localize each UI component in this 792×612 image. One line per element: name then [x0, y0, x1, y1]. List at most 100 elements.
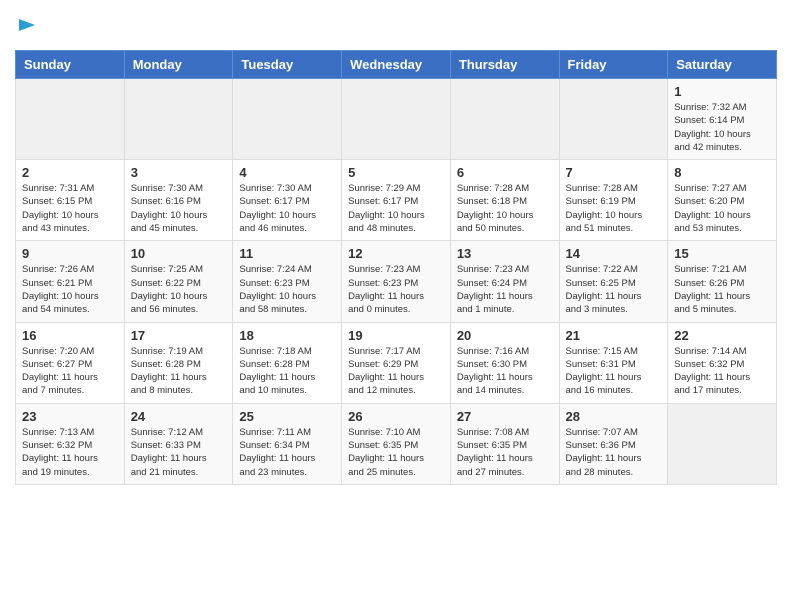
calendar-table: SundayMondayTuesdayWednesdayThursdayFrid… [15, 50, 777, 485]
calendar-cell: 10 Sunrise: 7:25 AMSunset: 6:22 PMDayligh… [124, 241, 233, 322]
calendar-cell: 4 Sunrise: 7:30 AMSunset: 6:17 PMDaylight… [233, 160, 342, 241]
calendar-week-2: 2 Sunrise: 7:31 AMSunset: 6:15 PMDaylight… [16, 160, 777, 241]
day-number: 15 [674, 246, 770, 261]
day-info: Sunrise: 7:23 AMSunset: 6:24 PMDaylight:… [457, 263, 553, 316]
day-number: 1 [674, 84, 770, 99]
calendar-cell: 24 Sunrise: 7:12 AMSunset: 6:33 PMDayligh… [124, 403, 233, 484]
day-number: 11 [239, 246, 335, 261]
day-number: 2 [22, 165, 118, 180]
day-number: 5 [348, 165, 444, 180]
calendar-cell: 23 Sunrise: 7:13 AMSunset: 6:32 PMDayligh… [16, 403, 125, 484]
calendar-cell: 20 Sunrise: 7:16 AMSunset: 6:30 PMDayligh… [450, 322, 559, 403]
calendar-cell: 8 Sunrise: 7:27 AMSunset: 6:20 PMDaylight… [668, 160, 777, 241]
day-info: Sunrise: 7:23 AMSunset: 6:23 PMDaylight:… [348, 263, 444, 316]
day-number: 20 [457, 328, 553, 343]
calendar-cell [559, 79, 668, 160]
day-info: Sunrise: 7:15 AMSunset: 6:31 PMDaylight:… [566, 345, 662, 398]
day-number: 7 [566, 165, 662, 180]
logo-arrow-icon [17, 15, 37, 35]
calendar-cell: 3 Sunrise: 7:30 AMSunset: 6:16 PMDaylight… [124, 160, 233, 241]
calendar-cell: 28 Sunrise: 7:07 AMSunset: 6:36 PMDayligh… [559, 403, 668, 484]
day-info: Sunrise: 7:11 AMSunset: 6:34 PMDaylight:… [239, 426, 335, 479]
day-info: Sunrise: 7:31 AMSunset: 6:15 PMDaylight:… [22, 182, 118, 235]
day-info: Sunrise: 7:07 AMSunset: 6:36 PMDaylight:… [566, 426, 662, 479]
day-number: 10 [131, 246, 227, 261]
day-number: 8 [674, 165, 770, 180]
day-number: 17 [131, 328, 227, 343]
day-number: 28 [566, 409, 662, 424]
day-number: 3 [131, 165, 227, 180]
day-info: Sunrise: 7:25 AMSunset: 6:22 PMDaylight:… [131, 263, 227, 316]
calendar-cell: 21Sunrise: 7:15 AMSunset: 6:31 PMDayligh… [559, 322, 668, 403]
day-number: 9 [22, 246, 118, 261]
weekday-header-row: SundayMondayTuesdayWednesdayThursdayFrid… [16, 51, 777, 79]
day-info: Sunrise: 7:20 AMSunset: 6:27 PMDaylight:… [22, 345, 118, 398]
day-info: Sunrise: 7:28 AMSunset: 6:18 PMDaylight:… [457, 182, 553, 235]
day-number: 6 [457, 165, 553, 180]
calendar-cell: 16 Sunrise: 7:20 AMSunset: 6:27 PMDayligh… [16, 322, 125, 403]
day-info: Sunrise: 7:14 AMSunset: 6:32 PMDaylight:… [674, 345, 770, 398]
weekday-saturday: Saturday [668, 51, 777, 79]
day-number: 25 [239, 409, 335, 424]
calendar-cell: 22 Sunrise: 7:14 AMSunset: 6:32 PMDayligh… [668, 322, 777, 403]
day-info: Sunrise: 7:27 AMSunset: 6:20 PMDaylight:… [674, 182, 770, 235]
weekday-sunday: Sunday [16, 51, 125, 79]
calendar-week-4: 16 Sunrise: 7:20 AMSunset: 6:27 PMDayligh… [16, 322, 777, 403]
calendar-cell [16, 79, 125, 160]
calendar-cell: 2 Sunrise: 7:31 AMSunset: 6:15 PMDaylight… [16, 160, 125, 241]
day-info: Sunrise: 7:28 AMSunset: 6:19 PMDaylight:… [566, 182, 662, 235]
day-number: 26 [348, 409, 444, 424]
day-info: Sunrise: 7:18 AMSunset: 6:28 PMDaylight:… [239, 345, 335, 398]
calendar-body: 1Sunrise: 7:32 AMSunset: 6:14 PMDaylight… [16, 79, 777, 485]
calendar-cell: 12 Sunrise: 7:23 AMSunset: 6:23 PMDayligh… [342, 241, 451, 322]
day-info: Sunrise: 7:16 AMSunset: 6:30 PMDaylight:… [457, 345, 553, 398]
day-info: Sunrise: 7:10 AMSunset: 6:35 PMDaylight:… [348, 426, 444, 479]
calendar-cell: 26 Sunrise: 7:10 AMSunset: 6:35 PMDayligh… [342, 403, 451, 484]
calendar-cell: 9 Sunrise: 7:26 AMSunset: 6:21 PMDaylight… [16, 241, 125, 322]
calendar-cell: 27 Sunrise: 7:08 AMSunset: 6:35 PMDayligh… [450, 403, 559, 484]
weekday-wednesday: Wednesday [342, 51, 451, 79]
day-info: Sunrise: 7:08 AMSunset: 6:35 PMDaylight:… [457, 426, 553, 479]
day-number: 24 [131, 409, 227, 424]
calendar-week-3: 9 Sunrise: 7:26 AMSunset: 6:21 PMDaylight… [16, 241, 777, 322]
calendar-cell: 5 Sunrise: 7:29 AMSunset: 6:17 PMDaylight… [342, 160, 451, 241]
calendar-cell: 11 Sunrise: 7:24 AMSunset: 6:23 PMDayligh… [233, 241, 342, 322]
day-info: Sunrise: 7:24 AMSunset: 6:23 PMDaylight:… [239, 263, 335, 316]
day-info: Sunrise: 7:12 AMSunset: 6:33 PMDaylight:… [131, 426, 227, 479]
calendar-cell: 25 Sunrise: 7:11 AMSunset: 6:34 PMDayligh… [233, 403, 342, 484]
day-number: 18 [239, 328, 335, 343]
day-info: Sunrise: 7:30 AMSunset: 6:16 PMDaylight:… [131, 182, 227, 235]
day-info: Sunrise: 7:17 AMSunset: 6:29 PMDaylight:… [348, 345, 444, 398]
day-number: 23 [22, 409, 118, 424]
day-info: Sunrise: 7:13 AMSunset: 6:32 PMDaylight:… [22, 426, 118, 479]
day-info: Sunrise: 7:29 AMSunset: 6:17 PMDaylight:… [348, 182, 444, 235]
day-number: 12 [348, 246, 444, 261]
day-number: 27 [457, 409, 553, 424]
day-number: 22 [674, 328, 770, 343]
day-info: Sunrise: 7:22 AMSunset: 6:25 PMDaylight:… [566, 263, 662, 316]
day-info: Sunrise: 7:26 AMSunset: 6:21 PMDaylight:… [22, 263, 118, 316]
weekday-thursday: Thursday [450, 51, 559, 79]
calendar-cell [668, 403, 777, 484]
calendar-cell [124, 79, 233, 160]
calendar-cell [233, 79, 342, 160]
day-number: 16 [22, 328, 118, 343]
calendar-cell: 14 Sunrise: 7:22 AMSunset: 6:25 PMDayligh… [559, 241, 668, 322]
day-info: Sunrise: 7:30 AMSunset: 6:17 PMDaylight:… [239, 182, 335, 235]
logo [15, 15, 37, 40]
calendar-cell: 18 Sunrise: 7:18 AMSunset: 6:28 PMDayligh… [233, 322, 342, 403]
day-number: 14 [566, 246, 662, 261]
day-number: 13 [457, 246, 553, 261]
day-info: Sunrise: 7:21 AMSunset: 6:26 PMDaylight:… [674, 263, 770, 316]
calendar-week-1: 1Sunrise: 7:32 AMSunset: 6:14 PMDaylight… [16, 79, 777, 160]
header [15, 15, 777, 40]
calendar-cell: 6 Sunrise: 7:28 AMSunset: 6:18 PMDaylight… [450, 160, 559, 241]
calendar-cell: 19 Sunrise: 7:17 AMSunset: 6:29 PMDayligh… [342, 322, 451, 403]
calendar-cell [450, 79, 559, 160]
day-number: 4 [239, 165, 335, 180]
day-info: Sunrise: 7:19 AMSunset: 6:28 PMDaylight:… [131, 345, 227, 398]
day-number: 19 [348, 328, 444, 343]
weekday-tuesday: Tuesday [233, 51, 342, 79]
calendar-cell: 17 Sunrise: 7:19 AMSunset: 6:28 PMDayligh… [124, 322, 233, 403]
calendar-cell: 1Sunrise: 7:32 AMSunset: 6:14 PMDaylight… [668, 79, 777, 160]
